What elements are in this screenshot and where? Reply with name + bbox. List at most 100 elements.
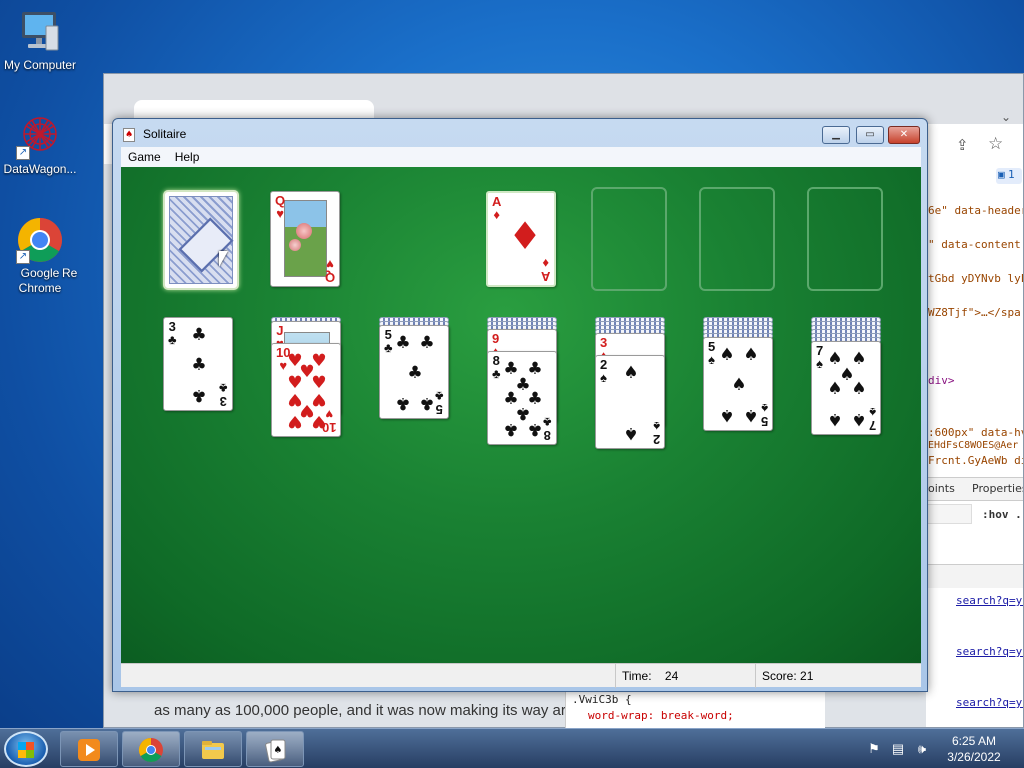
desktop-icon-partial[interactable]: Re [62,266,102,281]
card-corner-index: Q ♥ [275,194,285,220]
playing-card[interactable]: 3 ♣ 3 ♣ ♣ ♣ ♣ [163,317,233,411]
playing-card[interactable]: 5 ♠ 5 ♠ ♠ ♠ ♠ ♠ ♠ [703,337,773,431]
devtools-line[interactable]: div> [928,374,955,387]
card-pip-icon: ♠ [623,363,639,383]
card-pip-icon: ♣ [407,363,423,383]
message-icon: ▣ [998,168,1005,181]
card-pips: ♣ ♣ ♣ ♣ ♣ ♣ ♣ ♣ [502,360,543,439]
card-pip-icon: ♣ [191,355,207,375]
devtools-filter-input[interactable] [926,504,972,524]
card-suit-icon: ♠ [760,401,768,416]
devtools-source-link[interactable]: search?q=yo [956,594,1023,607]
card-pip-icon: ♣ [419,393,435,413]
devtools-line[interactable]: tGbd yDYNvb lyL [928,272,1023,285]
datawagon-icon: ↗ [16,112,64,160]
playing-card[interactable]: 7 ♠ 7 ♠ ♠ ♠ ♠ ♠ ♠ ♠ ♠ [811,341,881,435]
waste-card[interactable]: Q ♥ Q ♥ [270,191,340,287]
taskbar-solitaire[interactable]: ♠ [246,731,304,767]
chrome-icon: ↗ [16,216,64,264]
card-pip-icon: ♣ [191,385,207,405]
solitaire-title-bar[interactable]: ♠ Solitaire ▁ ▭ ✕ [113,119,927,149]
taskbar-media-player[interactable] [60,731,118,767]
playing-card[interactable]: 2 ♠ 2 ♠ ♠ ♠ [595,355,665,449]
devtools-line[interactable]: Frcnt.GyAeWb di [928,454,1023,467]
menu-help[interactable]: Help [168,147,207,167]
card-pips: ♠ ♠ [610,363,650,443]
playing-card[interactable]: 5 ♣ 5 ♣ ♣ ♣ ♣ ♣ ♣ [379,325,449,419]
card-suit-icon: ♠ [708,352,716,367]
card-pips: ♠ ♠ ♠ ♠ ♠ ♠ ♠ [826,350,866,429]
menu-game[interactable]: Game [121,147,168,167]
desktop-icon-datawagon[interactable]: ↗ DataWagon... [0,112,80,177]
card-rank: 2 [652,432,660,447]
shortcut-arrow-icon: ↗ [16,250,30,264]
devtools-tab-properties[interactable]: Properties [972,482,1023,495]
clock[interactable]: 6:25 AM 3/26/2022 [934,733,1014,765]
playing-card[interactable]: A ♦ A ♦ ♦ [486,191,556,287]
maximize-button[interactable]: ▭ [856,126,884,144]
desktop-icon-my-computer[interactable]: My Computer [0,8,80,73]
share-icon[interactable]: ⇪ [956,136,969,154]
css-selector[interactable]: .VwiC3b { [572,692,819,708]
card-suit-icon: ♦ [493,207,501,222]
taskbar-chrome[interactable] [122,731,180,767]
computer-icon [16,8,64,56]
taskbar-explorer[interactable] [184,731,242,767]
devtools-source-link[interactable]: search?q=yo [956,645,1023,658]
playing-card[interactable]: 8 ♣ 8 ♣ ♣ ♣ ♣ ♣ ♣ ♣ ♣ ♣ [487,351,557,445]
devtools-tab-breakpoints[interactable]: oints [928,482,955,495]
network-icon[interactable]: ▤ [890,741,906,757]
devtools-line[interactable]: " data-content [928,238,1021,251]
devtools-hov-toggle[interactable]: :hov . [982,508,1022,521]
devtools-line[interactable]: EHdFsC8WOES@Aer [928,440,1018,451]
card-corner-index: A ♦ [492,195,501,221]
card-pips: ♣ ♣ ♣ ♣ ♣ [394,333,435,413]
card-suit-icon: ♣ [492,366,501,381]
score-display: Score: 21 [755,664,921,688]
devtools-styles-header [926,564,1023,588]
foundation-slot[interactable] [807,187,883,291]
card-suit-icon: ♠ [868,405,876,420]
game-table[interactable]: Q♥Q♥ A♦A♦♦ 3♣3♣♣♣♣J♥10♥10♥♥♥♥♥♥♥♥♥♥♥5♣5♣… [121,167,921,663]
card-suit-icon: ♠ [816,356,824,371]
solitaire-app-icon[interactable]: ♠ [123,128,135,142]
stock-pile[interactable] [163,190,239,290]
card-suit-icon: ♥ [326,257,334,272]
devtools-css-rule: .VwiC3b { word-wrap: break-word; [565,686,825,730]
star-icon[interactable]: ☆ [988,134,1003,154]
card-pip-icon: ♣ [527,419,543,439]
desktop-icon-label: My Computer [3,58,77,72]
card-pip-icon: ♠ [719,345,735,365]
card-corner-index: 3 ♣ [168,320,177,346]
devtools-line[interactable]: :600px" data-hv [928,426,1023,439]
card-corner-index: 7 ♠ [868,405,876,433]
close-button[interactable]: ✕ [888,126,920,144]
desktop-icon-google-chrome[interactable]: ↗ Google Chrome [0,216,80,296]
minimize-button[interactable]: ▁ [822,126,850,144]
css-property[interactable]: word-wrap: break-word; [588,708,819,724]
foundation-slot[interactable] [591,187,667,291]
devtools-line[interactable]: WZ8Tjf">…</spa [928,306,1021,319]
devtools-source-link[interactable]: search?q=yo [956,696,1023,709]
card-pip-icon: ♣ [419,333,435,353]
start-button[interactable] [4,731,48,767]
card-rank: 8 [544,428,552,443]
devtools-issues-badge[interactable]: ▣ 1 [996,168,1022,184]
shortcut-arrow-icon: ↗ [16,146,30,160]
queen-card-artwork [284,200,327,277]
card-pips: ♣ ♣ ♣ [178,326,218,405]
action-center-flag-icon[interactable]: ⚑ [866,741,882,757]
devtools-line[interactable]: 6e" data-header [928,204,1023,217]
playing-card[interactable]: 10 ♥ 10 ♥ ♥ ♥ ♥ ♥ ♥ ♥ ♥ ♥ ♥ ♥ [271,343,341,437]
chevron-down-icon[interactable]: ⌄ [1001,110,1011,124]
card-pip-icon: ♥ [311,411,327,431]
volume-icon[interactable]: 🕪 [914,741,930,757]
solitaire-window[interactable]: ♠ Solitaire ▁ ▭ ✕ Game Help Q ♥ Q ♥ A ♦ A ♦ ♦ 3 ♣… [112,118,928,692]
card-corner-index: 8 ♣ [492,354,501,380]
foundation-slot[interactable] [699,187,775,291]
folder-icon [202,741,224,759]
card-rank: Q [324,270,335,285]
mouse-cursor [219,251,228,267]
card-pips: ♠ ♠ ♠ ♠ ♠ [718,345,758,425]
card-pip-icon: ♠ [623,423,639,443]
